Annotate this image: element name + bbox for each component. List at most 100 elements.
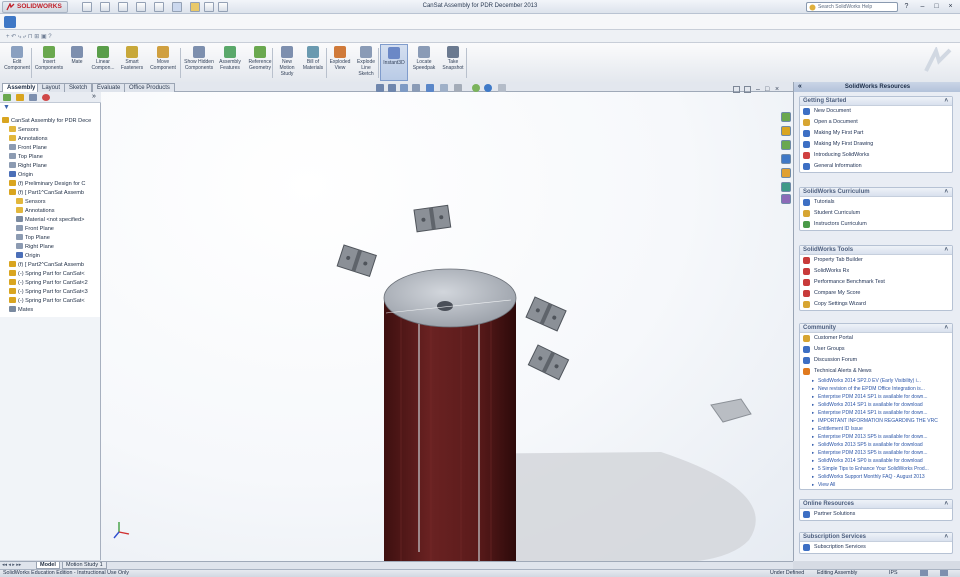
tree-item[interactable]: (f) Preliminary Design for C (0, 180, 101, 189)
status-units[interactable]: IPS (889, 570, 898, 577)
resource-link[interactable]: Instructors Curriculum (800, 219, 952, 230)
resource-link[interactable]: Open a Document (800, 117, 952, 128)
tree-item[interactable]: Origin (0, 171, 101, 180)
resource-link[interactable]: Student Curriculum (800, 208, 952, 219)
tree-item[interactable]: Annotations (0, 207, 101, 216)
tab-scroll-arrows-icon[interactable]: ◂◂ ◂ ▸ ▸▸ (2, 562, 21, 568)
tree-item[interactable]: Front Plane (0, 144, 101, 153)
layer-icon[interactable] (4, 16, 16, 28)
news-item[interactable]: SolidWorks Support Monthly FAQ - August … (800, 473, 952, 481)
viewport-close-icon[interactable]: × (775, 86, 779, 93)
tree-item[interactable]: Sensors (0, 198, 101, 207)
resource-link[interactable]: SolidWorks Rx (800, 266, 952, 277)
tree-item[interactable]: Right Plane (0, 243, 101, 252)
collapse-pane-icon[interactable]: « (798, 82, 802, 92)
resource-link[interactable]: Introducing SolidWorks (800, 150, 952, 161)
resource-group-header[interactable]: Getting Started ˄ (800, 97, 952, 106)
rebuild-status-icon[interactable] (920, 570, 928, 576)
tab-assembly[interactable]: Assembly (2, 83, 41, 92)
cmd-show-hidden-button[interactable]: Show Hidden Components (184, 44, 214, 81)
tree-item[interactable]: (-) Spring Part for CanSat< (0, 297, 101, 306)
resource-link[interactable]: General Information (800, 161, 952, 172)
resource-link[interactable]: Making My First Part (800, 128, 952, 139)
cmd-explode-line-button[interactable]: Explode Line Sketch (354, 44, 378, 81)
collapse-chevron-icon[interactable]: ˄ (944, 97, 948, 106)
custom-properties-icon[interactable] (781, 194, 791, 204)
resource-link[interactable]: Tutorials (800, 197, 952, 208)
viewport-icon[interactable] (733, 86, 740, 93)
cmd-bill-of-materials-button[interactable]: Bill of Materials (300, 44, 326, 81)
resource-group-header[interactable]: Subscription Services ˄ (800, 533, 952, 542)
tree-item[interactable]: (-) Spring Part for CanSat<3 (0, 288, 101, 297)
news-item[interactable]: Enterprise PDM 2014 SP1 is available for… (800, 393, 952, 401)
collapse-chevron-icon[interactable]: ˄ (944, 246, 948, 255)
tree-item[interactable]: Top Plane (0, 234, 101, 243)
news-item[interactable]: 5 Simple Tips to Enhance Your SolidWorks… (800, 465, 952, 473)
apply-scene-icon[interactable] (484, 84, 492, 92)
collapse-chevron-icon[interactable]: ˄ (944, 324, 948, 333)
configuration-manager-icon[interactable] (29, 94, 37, 101)
cmd-instant3d-button[interactable]: Instant3D (380, 44, 408, 81)
resource-group-header[interactable]: SolidWorks Curriculum ˄ (800, 188, 952, 197)
cmd-motion-study-button[interactable]: New Motion Study (276, 44, 298, 81)
news-item[interactable]: SolidWorks 2014 SP0 is available for dow… (800, 457, 952, 465)
hide-show-items-icon[interactable] (454, 84, 462, 92)
news-item[interactable]: IMPORTANT INFORMATION REGARDING THE VRC (800, 417, 952, 425)
viewport-min-icon[interactable]: – (756, 86, 760, 93)
collapse-chevron-icon[interactable]: ˄ (944, 500, 948, 509)
collapse-chevron-icon[interactable]: ˄ (944, 188, 948, 197)
view-palette-icon[interactable] (781, 168, 791, 178)
resource-link[interactable]: Performance Benchmark Test (800, 277, 952, 288)
search-help-input[interactable]: Search SolidWorks Help (806, 2, 898, 12)
view-orientation-icon[interactable] (426, 84, 434, 92)
tree-item[interactable]: (-) Spring Part for CanSat<2 (0, 279, 101, 288)
tab-office-products[interactable]: Office Products (124, 83, 175, 92)
tab-layout[interactable]: Layout (37, 83, 66, 92)
cmd-insert-components-button[interactable]: Insert Components (34, 44, 64, 81)
zoom-to-fit-icon[interactable] (376, 84, 384, 92)
tab-evaluate[interactable]: Evaluate (92, 83, 126, 92)
section-view-icon[interactable] (412, 84, 420, 92)
edit-appearance-icon[interactable] (472, 84, 480, 92)
tab-motion-study-1[interactable]: Motion Study 1 (62, 562, 107, 569)
resource-link[interactable]: Making My First Drawing (800, 139, 952, 150)
cmd-move-component-button[interactable]: Move Component (148, 44, 178, 81)
solidworks-resources-icon[interactable] (781, 112, 791, 122)
cmd-mate-button[interactable]: Mate (66, 44, 88, 81)
cmd-edit-component-button[interactable]: Edit Component (2, 44, 32, 81)
news-item[interactable]: SolidWorks 2014 SP2.0 EV (Early Visibili… (800, 377, 952, 385)
graphics-area[interactable] (101, 92, 793, 561)
collapse-chevron-icon[interactable]: ˄ (944, 533, 948, 542)
cansat-lid[interactable] (383, 268, 517, 328)
news-item[interactable]: Enterprise PDM 2014 SP1 is available for… (800, 409, 952, 417)
news-item[interactable]: Entitlement ID Issue (800, 425, 952, 433)
filter-icon[interactable]: ▼ (3, 104, 13, 112)
feature-manager-icon[interactable] (3, 94, 11, 101)
cmd-smart-fasteners-button[interactable]: Smart Fasteners (118, 44, 146, 81)
cmd-linear-pattern-button[interactable]: Linear Compon... (90, 44, 116, 81)
file-explorer-icon[interactable] (781, 140, 791, 150)
cmd-speedpak-button[interactable]: Locate Speedpak (410, 44, 438, 81)
tree-item[interactable]: Annotations (0, 135, 101, 144)
tree-item[interactable]: Material <not specified> (0, 216, 101, 225)
viewport-max-icon[interactable]: □ (765, 86, 769, 93)
maximize-button[interactable]: □ (932, 3, 941, 11)
tooltip-status-icon[interactable] (940, 570, 948, 576)
hinge-2[interactable] (336, 244, 377, 278)
hinge-1[interactable] (413, 204, 452, 233)
sketch-tools-icon[interactable]: + ↶ ⤷ ⤶ ⊓ ⊞ ▣ ? (6, 33, 52, 41)
tree-item[interactable]: Mates (0, 306, 101, 315)
search-icon[interactable] (781, 154, 791, 164)
resource-link[interactable]: Compare My Score (800, 288, 952, 299)
tab-model[interactable]: Model (36, 562, 60, 569)
split-view-icon[interactable] (744, 86, 751, 93)
resource-group-header[interactable]: Online Resources ˄ (800, 500, 952, 509)
plate-part[interactable] (710, 398, 752, 423)
resource-link[interactable]: Partner Solutions (800, 509, 952, 520)
cmd-reference-geometry-button[interactable]: Reference Geometry (246, 44, 274, 81)
resource-link[interactable]: Technical Alerts & News (800, 366, 952, 377)
resource-group-header[interactable]: Community ˄ (800, 324, 952, 333)
cmd-snapshot-button[interactable]: Take Snapshot (440, 44, 466, 81)
news-item[interactable]: SolidWorks 2014 SP1 is available for dow… (800, 401, 952, 409)
tree-item[interactable]: Origin (0, 252, 101, 261)
